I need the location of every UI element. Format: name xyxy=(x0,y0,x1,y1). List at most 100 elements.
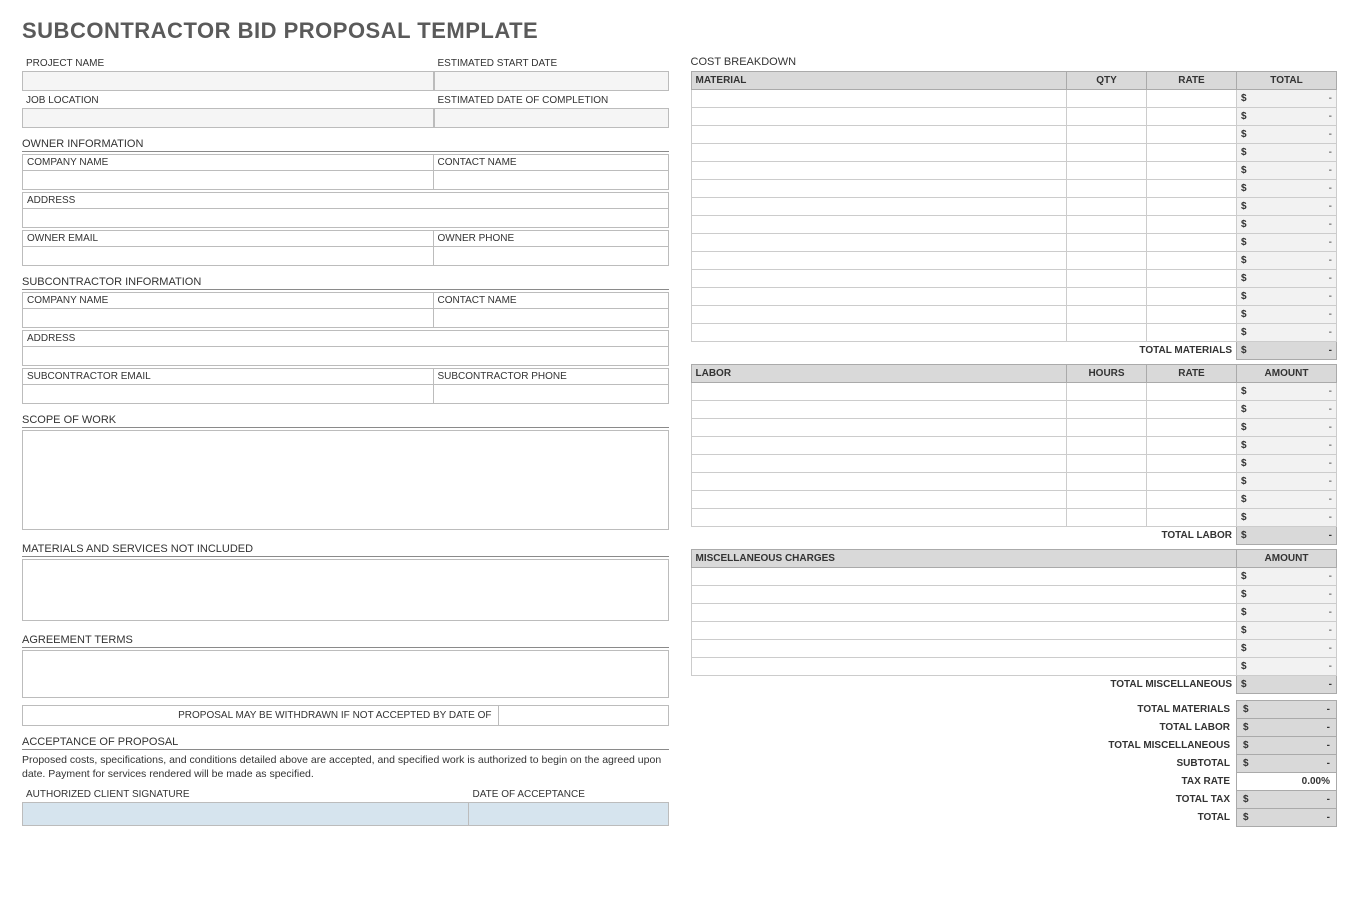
cell-input[interactable] xyxy=(691,622,1237,640)
cell-input[interactable] xyxy=(1147,144,1237,162)
cell-input[interactable] xyxy=(1067,401,1147,419)
cell-input[interactable] xyxy=(1067,216,1147,234)
cell-input[interactable] xyxy=(1147,270,1237,288)
sub-contact-input[interactable] xyxy=(434,308,669,328)
cell-input[interactable] xyxy=(691,437,1067,455)
cell-input[interactable] xyxy=(1147,437,1237,455)
cell-input[interactable] xyxy=(691,383,1067,401)
cell-input[interactable] xyxy=(1147,108,1237,126)
owner-phone-input[interactable] xyxy=(434,246,669,266)
agreement-textarea[interactable] xyxy=(22,650,669,698)
job-location-input[interactable] xyxy=(22,108,434,128)
sub-email-input[interactable] xyxy=(22,384,434,404)
cell-input[interactable] xyxy=(1067,509,1147,527)
cell-input[interactable] xyxy=(1067,180,1147,198)
cell-input[interactable] xyxy=(1147,234,1237,252)
date-accept-input[interactable] xyxy=(469,802,669,826)
scope-textarea[interactable] xyxy=(22,430,669,530)
cell-input[interactable] xyxy=(1067,473,1147,491)
cell-input[interactable] xyxy=(691,144,1067,162)
total-header: TOTAL xyxy=(1237,72,1337,90)
cell-input[interactable] xyxy=(691,216,1067,234)
cell-input[interactable] xyxy=(1147,324,1237,342)
sub-phone-input[interactable] xyxy=(434,384,669,404)
cell-input[interactable] xyxy=(1067,162,1147,180)
cell-input[interactable] xyxy=(1147,126,1237,144)
amount-cell: $- xyxy=(1237,126,1337,144)
cell-input[interactable] xyxy=(1067,198,1147,216)
amount-cell: $- xyxy=(1237,252,1337,270)
table-row: $- xyxy=(691,324,1337,342)
cell-input[interactable] xyxy=(1147,306,1237,324)
cell-input[interactable] xyxy=(1147,419,1237,437)
cell-input[interactable] xyxy=(691,180,1067,198)
sub-company-input[interactable] xyxy=(22,308,434,328)
withdraw-date-input[interactable] xyxy=(498,706,668,725)
cell-input[interactable] xyxy=(691,419,1067,437)
cell-input[interactable] xyxy=(691,586,1237,604)
cell-input[interactable] xyxy=(691,509,1067,527)
cell-input[interactable] xyxy=(1067,144,1147,162)
amount-cell: $- xyxy=(1237,419,1337,437)
cell-input[interactable] xyxy=(1067,234,1147,252)
summary-taxrate-value[interactable]: 0.00% xyxy=(1237,773,1337,791)
cell-input[interactable] xyxy=(691,288,1067,306)
cell-input[interactable] xyxy=(691,568,1237,586)
cell-input[interactable] xyxy=(1147,383,1237,401)
cell-input[interactable] xyxy=(691,126,1067,144)
cell-input[interactable] xyxy=(1067,306,1147,324)
cell-input[interactable] xyxy=(691,162,1067,180)
cell-input[interactable] xyxy=(1067,126,1147,144)
amount-cell: $- xyxy=(1237,622,1337,640)
cell-input[interactable] xyxy=(691,90,1067,108)
cell-input[interactable] xyxy=(691,640,1237,658)
owner-contact-input[interactable] xyxy=(434,170,669,190)
cell-input[interactable] xyxy=(691,658,1237,676)
not-included-textarea[interactable] xyxy=(22,559,669,621)
est-completion-input[interactable] xyxy=(434,108,669,128)
owner-email-input[interactable] xyxy=(22,246,434,266)
cell-input[interactable] xyxy=(1147,473,1237,491)
cell-input[interactable] xyxy=(691,108,1067,126)
sub-address-input[interactable] xyxy=(22,346,669,366)
cell-input[interactable] xyxy=(691,252,1067,270)
cell-input[interactable] xyxy=(691,604,1237,622)
cell-input[interactable] xyxy=(691,455,1067,473)
cell-input[interactable] xyxy=(1147,401,1237,419)
cell-input[interactable] xyxy=(1147,162,1237,180)
cell-input[interactable] xyxy=(691,270,1067,288)
cell-input[interactable] xyxy=(1067,455,1147,473)
cell-input[interactable] xyxy=(1147,509,1237,527)
cell-input[interactable] xyxy=(1147,90,1237,108)
cell-input[interactable] xyxy=(691,324,1067,342)
cell-input[interactable] xyxy=(1067,108,1147,126)
cell-input[interactable] xyxy=(1067,491,1147,509)
cell-input[interactable] xyxy=(691,401,1067,419)
cell-input[interactable] xyxy=(691,234,1067,252)
table-row: $- xyxy=(691,234,1337,252)
cell-input[interactable] xyxy=(1067,324,1147,342)
cell-input[interactable] xyxy=(1147,491,1237,509)
cell-input[interactable] xyxy=(1067,288,1147,306)
cell-input[interactable] xyxy=(1147,216,1237,234)
cell-input[interactable] xyxy=(1067,270,1147,288)
cell-input[interactable] xyxy=(1147,252,1237,270)
cell-input[interactable] xyxy=(1067,383,1147,401)
cell-input[interactable] xyxy=(1147,288,1237,306)
cell-input[interactable] xyxy=(1067,90,1147,108)
owner-address-input[interactable] xyxy=(22,208,669,228)
signature-input[interactable] xyxy=(22,802,469,826)
cell-input[interactable] xyxy=(1147,198,1237,216)
cell-input[interactable] xyxy=(691,198,1067,216)
est-start-input[interactable] xyxy=(434,71,669,91)
cell-input[interactable] xyxy=(691,473,1067,491)
cell-input[interactable] xyxy=(691,491,1067,509)
cell-input[interactable] xyxy=(1067,252,1147,270)
cell-input[interactable] xyxy=(1147,455,1237,473)
owner-company-input[interactable] xyxy=(22,170,434,190)
cell-input[interactable] xyxy=(1147,180,1237,198)
cell-input[interactable] xyxy=(1067,437,1147,455)
cell-input[interactable] xyxy=(691,306,1067,324)
cell-input[interactable] xyxy=(1067,419,1147,437)
project-name-input[interactable] xyxy=(22,71,434,91)
